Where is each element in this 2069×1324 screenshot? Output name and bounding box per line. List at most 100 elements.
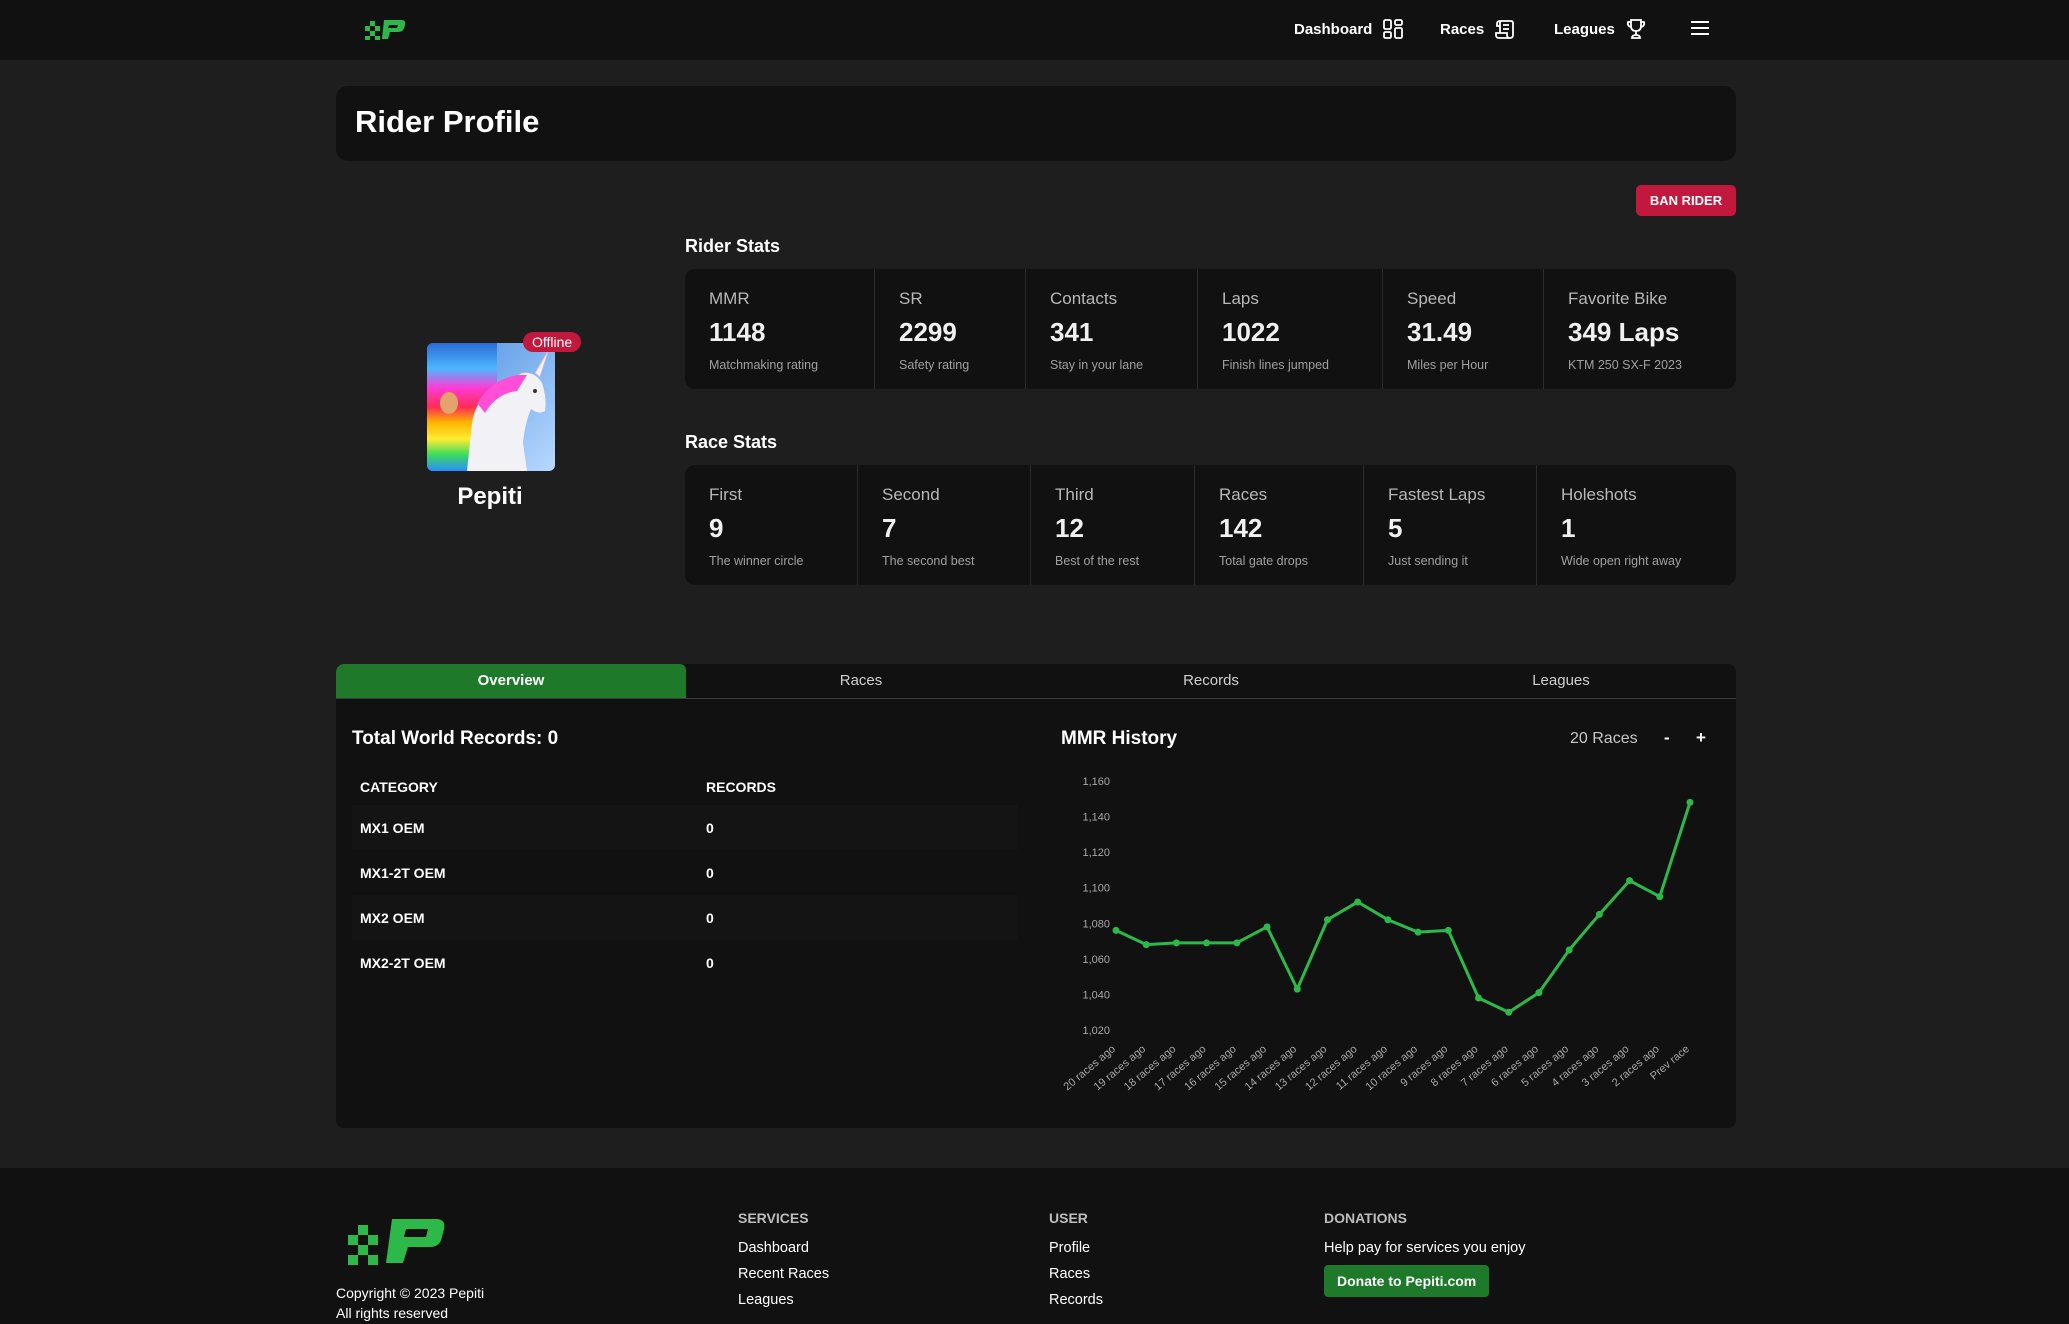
scroll-icon <box>1495 20 1515 39</box>
rights-text: All rights reserved <box>336 1305 449 1321</box>
stat-laps: Laps 1022 Finish lines jumped <box>1198 269 1383 389</box>
world-records-total: 0 <box>547 728 559 749</box>
table-body: MX1 OEM 0 MX1-2T OEM 0 MX2 OEM 0 MX2-2T … <box>352 805 1018 985</box>
table-header: CATEGORY RECORDS <box>352 769 1018 805</box>
footer-services: SERVICES Dashboard Recent Races Leagues <box>738 1210 829 1318</box>
stat-label: Second <box>882 485 940 504</box>
mmr-data-point <box>1414 928 1422 936</box>
stat-value: 7 <box>882 513 897 543</box>
tab-bar: Overview Races Records Leagues <box>336 664 1736 699</box>
y-tick-label: 1,060 <box>1082 954 1110 966</box>
trophy-icon <box>1626 19 1645 39</box>
mmr-data-point <box>1354 898 1362 906</box>
profile-tabs-panel: Overview Races Records Leagues Total Wor… <box>336 664 1736 1128</box>
stat-value: 2299 <box>899 317 957 347</box>
stat-label: Speed <box>1407 289 1457 308</box>
y-tick-label: 1,120 <box>1082 847 1110 859</box>
footer-link-dashboard[interactable]: Dashboard <box>738 1240 829 1256</box>
mmr-data-point <box>1263 923 1271 931</box>
footer-services-title: SERVICES <box>738 1210 809 1226</box>
cell-category: MX2-2T OEM <box>360 954 446 971</box>
y-tick-label: 1,040 <box>1082 989 1110 1001</box>
mmr-data-point <box>1686 798 1694 806</box>
nav-leagues-link[interactable]: Leagues <box>1554 16 1647 42</box>
tab-overview[interactable]: Overview <box>336 664 686 698</box>
stat-label: Laps <box>1222 289 1259 308</box>
page-header: Rider Profile <box>336 86 1736 161</box>
footer-link-leagues[interactable]: Leagues <box>738 1292 829 1308</box>
stat-contacts: Contacts 341 Stay in your lane <box>1026 269 1198 389</box>
rider-name: Pepiti <box>457 483 523 510</box>
mmr-data-point <box>1475 994 1483 1002</box>
donate-button[interactable]: Donate to Pepiti.com <box>1324 1265 1490 1297</box>
footer-link-recent-races[interactable]: Recent Races <box>738 1266 829 1282</box>
menu-icon[interactable] <box>1690 20 1710 36</box>
stat-caption: Wide open right away <box>1561 554 1682 568</box>
rider-stats-title: Rider Stats <box>685 236 781 256</box>
nav-dashboard-label: Dashboard <box>1294 20 1373 38</box>
race-stats-title: Race Stats <box>685 432 778 452</box>
stat-sr: SR 2299 Safety rating <box>875 269 1026 389</box>
decrease-races-button[interactable]: - <box>1664 728 1670 748</box>
tab-records[interactable]: Records <box>1036 664 1386 698</box>
world-records-title: Total World Records: 0 <box>352 728 558 750</box>
cell-records: 0 <box>706 954 714 971</box>
mmr-data-point <box>1323 916 1331 924</box>
y-tick-label: 1,140 <box>1082 812 1110 824</box>
mmr-data-point <box>1656 893 1664 901</box>
mmr-data-point <box>1565 946 1573 954</box>
y-tick-label: 1,100 <box>1082 883 1110 895</box>
mmr-data-point <box>1203 939 1211 947</box>
unicorn-avatar-image <box>427 343 555 471</box>
stat-label: First <box>709 485 743 504</box>
site-logo-icon[interactable] <box>364 16 406 40</box>
donations-text: Help pay for services you enjoy <box>1324 1240 1526 1256</box>
cell-category: MX2 OEM <box>360 909 425 926</box>
stat-speed: Speed 31.49 Miles per Hour <box>1383 269 1544 389</box>
footer-link-profile[interactable]: Profile <box>1049 1240 1103 1256</box>
stat-caption: Stay in your lane <box>1050 358 1144 372</box>
nav-races-link[interactable]: Races <box>1440 16 1516 42</box>
stat-third: Third 12 Best of the rest <box>1031 465 1195 585</box>
mmr-data-point <box>1505 1008 1513 1016</box>
mmr-data-point <box>1384 916 1392 924</box>
tab-leagues[interactable]: Leagues <box>1386 664 1736 698</box>
stat-first: First 9 The winner circle <box>685 465 858 585</box>
stat-value: 142 <box>1219 513 1263 543</box>
avatar <box>427 343 555 471</box>
footer-link-records[interactable]: Records <box>1049 1292 1103 1308</box>
footer-copyright: Copyright © 2023 Pepiti All rights reser… <box>336 1283 484 1323</box>
stat-holeshots: Holeshots 1 Wide open right away <box>1537 465 1736 585</box>
stat-caption: Finish lines jumped <box>1222 358 1329 372</box>
race-stats-panel: First 9 The winner circle Second 7 The s… <box>685 465 1736 585</box>
stat-label: Favorite Bike <box>1568 289 1668 308</box>
stat-favorite-bike: Favorite Bike 349 Laps KTM 250 SX-F 2023 <box>1544 269 1736 389</box>
page-title: Rider Profile <box>355 104 540 139</box>
mmr-data-point <box>1595 910 1603 918</box>
site-footer: Copyright © 2023 Pepiti All rights reser… <box>0 1168 2069 1324</box>
stat-label: Holeshots <box>1561 485 1637 504</box>
mmr-data-point <box>1535 989 1543 997</box>
stat-value: 349 Laps <box>1568 317 1680 347</box>
status-badge: Offline <box>523 332 582 352</box>
ban-rider-button[interactable]: BAN RIDER <box>1636 185 1736 216</box>
cell-category: MX1-2T OEM <box>360 864 446 881</box>
stat-caption: Total gate drops <box>1219 554 1308 568</box>
stat-label: Fastest Laps <box>1388 485 1486 504</box>
stat-label: MMR <box>709 289 750 308</box>
footer-donations-title: DONATIONS <box>1324 1210 1407 1226</box>
copyright-text: Copyright © 2023 Pepiti <box>336 1285 485 1301</box>
stat-value: 1 <box>1561 513 1576 543</box>
stat-mmr: MMR 1148 Matchmaking rating <box>685 269 875 389</box>
tab-races[interactable]: Races <box>686 664 1036 698</box>
mmr-data-point <box>1444 926 1452 934</box>
nav-dashboard-link[interactable]: Dashboard <box>1294 16 1404 42</box>
increase-races-button[interactable]: + <box>1696 728 1706 748</box>
footer-link-races[interactable]: Races <box>1049 1266 1103 1282</box>
cell-records: 0 <box>706 819 714 836</box>
stat-caption: Just sending it <box>1388 554 1468 568</box>
y-tick-label: 1,020 <box>1082 1025 1110 1037</box>
stat-label: SR <box>899 289 923 308</box>
stat-caption: The second best <box>882 554 975 568</box>
stat-value: 5 <box>1388 513 1403 543</box>
